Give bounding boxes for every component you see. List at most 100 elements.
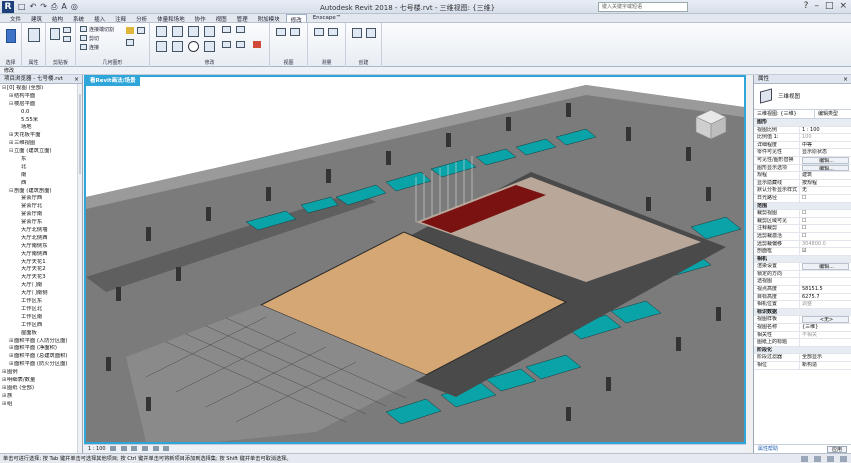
maximize-icon[interactable]: □	[825, 1, 834, 11]
detail-level-icon[interactable]	[110, 446, 117, 451]
browser-tree-item[interactable]: 宴会厅北	[0, 203, 82, 211]
browser-tree-item[interactable]: ⊞明细表/数量	[0, 377, 82, 385]
align-icon[interactable]	[156, 26, 167, 37]
browser-tree-item[interactable]: ⊞面积平面 (总建筑面积)	[0, 353, 82, 361]
ribbon-tab[interactable]: 建筑	[27, 14, 46, 23]
edit-type-button[interactable]: 编辑类型	[815, 110, 851, 118]
browser-tree-item[interactable]: 工作区东	[0, 298, 82, 306]
property-value[interactable]: 1 : 100	[800, 127, 851, 134]
browser-tree-item[interactable]: 大厅北侧西	[0, 235, 82, 243]
browser-tree-item[interactable]: 西	[0, 180, 82, 188]
property-group[interactable]: 相机	[754, 255, 851, 264]
scale-icon[interactable]	[236, 41, 245, 48]
ribbon-tab[interactable]: 注释	[111, 14, 130, 23]
close-icon[interactable]: ×	[843, 75, 848, 84]
property-value[interactable]: 58151.5	[800, 286, 851, 293]
property-value[interactable]: 中等	[800, 142, 851, 149]
property-edit-button[interactable]: 编辑...	[802, 156, 849, 164]
filter-icon[interactable]	[840, 456, 847, 462]
design-options-icon[interactable]	[814, 456, 821, 462]
property-value[interactable]: 显示原状态	[800, 149, 851, 156]
move-icon[interactable]	[156, 41, 167, 52]
property-value[interactable]: 6275.7	[800, 294, 851, 301]
array-icon[interactable]	[222, 41, 231, 48]
dimension-icon[interactable]	[328, 28, 338, 36]
properties-help-link[interactable]: 属性帮助	[758, 446, 778, 452]
copy-element-icon[interactable]	[172, 41, 183, 52]
property-value[interactable]	[800, 339, 851, 346]
browser-tree-item[interactable]: 北	[0, 164, 82, 172]
browser-tree-item[interactable]: 大厅天花3	[0, 274, 82, 282]
close-icon[interactable]: ×	[74, 75, 79, 84]
select-links-icon[interactable]	[827, 456, 834, 462]
ribbon-tab[interactable]: 协作	[191, 14, 210, 23]
browser-tree-item[interactable]: ⊞面积平面 (净面积)	[0, 345, 82, 353]
browser-tree-item[interactable]: 工作区北	[0, 306, 82, 314]
ribbon-tab[interactable]: 插入	[90, 14, 109, 23]
browser-tree-item[interactable]: ⊟立面 (建筑立面)	[0, 148, 82, 156]
qat-redo-icon[interactable]: ↷	[40, 2, 47, 12]
close-icon[interactable]: ×	[839, 1, 847, 11]
modify-select-icon[interactable]	[6, 29, 16, 43]
ribbon-tab[interactable]: 视图	[212, 14, 231, 23]
hide-in-view-icon[interactable]	[276, 28, 286, 36]
browser-tree-item[interactable]: ⊟[0] 视图 (全部)	[0, 85, 82, 93]
search-input[interactable]: 键入关键字或短语	[598, 2, 688, 12]
browser-tree-item[interactable]: ⊞天花板平面	[0, 132, 82, 140]
browser-tree-item[interactable]: 南	[0, 172, 82, 180]
worksets-icon[interactable]	[801, 456, 808, 462]
cut-geometry-icon[interactable]	[80, 35, 87, 41]
type-selector[interactable]: 三维视图	[754, 84, 851, 110]
view-tab[interactable]: 看Revit画法/场景	[86, 77, 140, 86]
browser-tree-item[interactable]: ⊞组	[0, 401, 82, 409]
property-value[interactable]: 无	[800, 187, 851, 194]
app-logo-icon[interactable]: R	[2, 1, 14, 13]
qat-open-icon[interactable]: □	[18, 2, 26, 12]
property-edit-button[interactable]: 编辑...	[802, 263, 849, 270]
clipboard-item-cut[interactable]: 剪切	[89, 35, 99, 42]
browser-tree-item[interactable]: 大厅南侧东	[0, 243, 82, 251]
property-value[interactable]: ☐	[800, 233, 851, 240]
visual-style-icon[interactable]	[120, 446, 127, 451]
qat-undo-icon[interactable]: ↶	[30, 2, 37, 12]
ribbon-tab[interactable]: 结构	[48, 14, 67, 23]
ribbon-tab[interactable]: 管理	[233, 14, 252, 23]
property-value[interactable]: ☑	[800, 248, 851, 255]
property-value[interactable]: ☐	[800, 218, 851, 225]
qat-text-icon[interactable]: A	[61, 2, 66, 12]
property-group[interactable]: 标识数据	[754, 308, 851, 317]
copy-icon[interactable]	[63, 27, 71, 33]
browser-tree-item[interactable]: 宴会厅东	[0, 219, 82, 227]
browser-tree-item[interactable]: 大厅天花2	[0, 266, 82, 274]
qat-print-icon[interactable]: ⎙	[51, 2, 57, 12]
temporary-hide-icon[interactable]	[163, 446, 170, 451]
property-value[interactable]: 按规程	[800, 180, 851, 187]
browser-tree-item[interactable]: 屋面板	[0, 330, 82, 338]
apply-button[interactable]: 应用	[826, 446, 847, 453]
properties-icon[interactable]	[28, 28, 40, 42]
paste-icon[interactable]	[50, 28, 60, 40]
qat-3d-icon[interactable]: ◎	[71, 2, 78, 12]
cope-icon[interactable]	[80, 26, 87, 32]
ribbon-tab[interactable]: Enscape™	[309, 14, 346, 22]
measure-icon[interactable]	[314, 28, 324, 36]
browser-tree-item[interactable]: ⊞面积平面 (防火分区面)	[0, 361, 82, 369]
property-group[interactable]: 阶段化	[754, 346, 851, 355]
browser-tree-item[interactable]: ⊞族	[0, 393, 82, 401]
property-value[interactable]: 建筑	[800, 172, 851, 179]
paint-icon[interactable]	[126, 27, 134, 34]
browser-tree-item[interactable]: 宴会厅西	[0, 195, 82, 203]
create-assembly-icon[interactable]	[352, 28, 362, 38]
browser-tree-item[interactable]: ⊞图纸 (全部)	[0, 385, 82, 393]
browser-tree-item[interactable]: ⊞结构平面	[0, 93, 82, 101]
ribbon-tab[interactable]: 分析	[132, 14, 151, 23]
browser-tree-item[interactable]: ⊟楼层平面	[0, 101, 82, 109]
ribbon-tab[interactable]: 附加模块	[254, 14, 284, 23]
property-edit-button[interactable]: 编辑...	[802, 164, 849, 172]
browser-tree-item[interactable]: ⊞图例	[0, 369, 82, 377]
property-value[interactable]: ☐	[800, 195, 851, 202]
browser-tree-item[interactable]: 0.0	[0, 109, 82, 117]
browser-tree-item[interactable]: 5.55米	[0, 117, 82, 125]
ribbon-tab[interactable]: 体量和场地	[153, 14, 189, 23]
property-value[interactable]: ☐	[800, 225, 851, 232]
